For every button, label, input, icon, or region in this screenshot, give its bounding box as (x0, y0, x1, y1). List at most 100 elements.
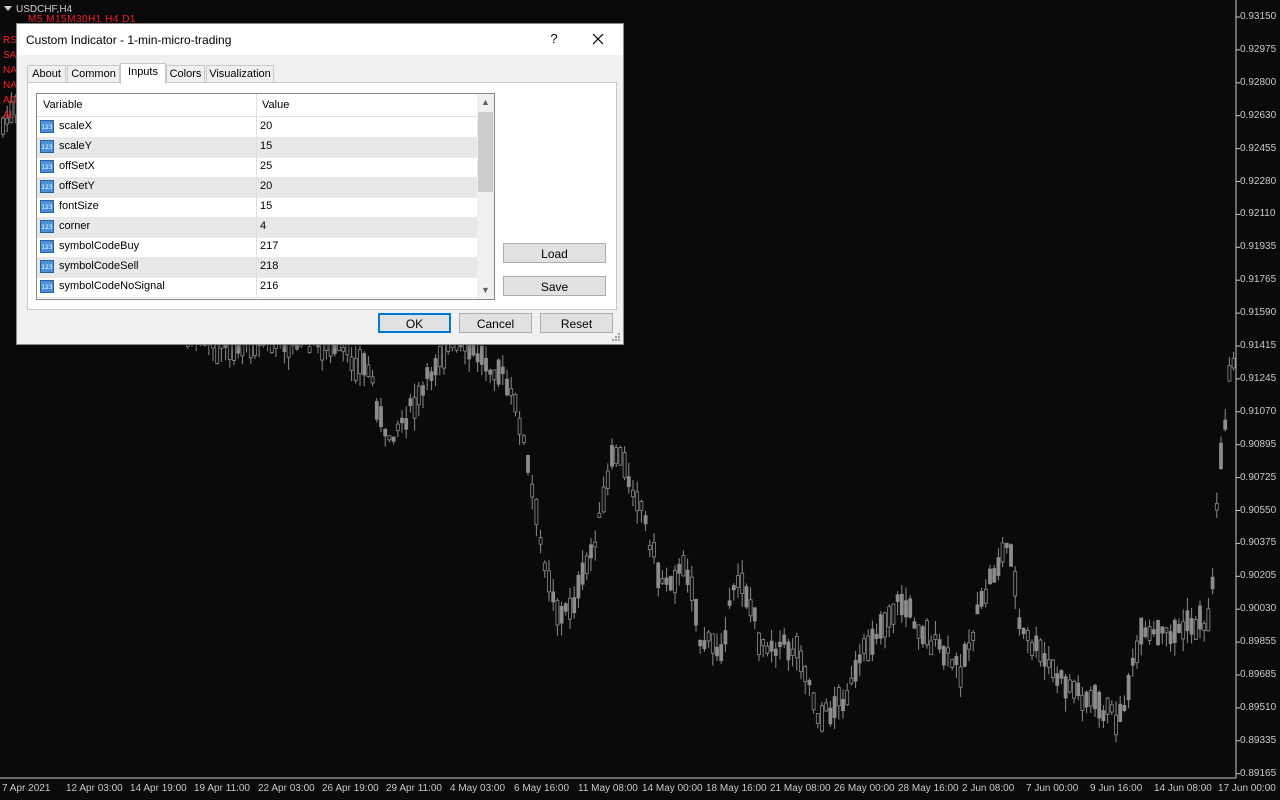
column-separator (256, 137, 257, 157)
candle-body (698, 639, 703, 647)
candle-body (803, 666, 808, 683)
candle-body (1067, 679, 1072, 693)
price-label: 0.90895 (1240, 438, 1277, 450)
value-cell[interactable]: 20 (260, 180, 272, 192)
value-cell[interactable]: 20 (260, 120, 272, 132)
candle-body (710, 633, 715, 654)
save-button[interactable]: Save (503, 276, 606, 296)
candle-body (736, 575, 740, 588)
scroll-down-icon[interactable]: ▼ (477, 282, 494, 299)
candle-body (778, 641, 782, 647)
candle-body (429, 371, 434, 381)
tab-about[interactable]: About (27, 65, 66, 83)
candle-body (1101, 710, 1106, 722)
column-separator (256, 257, 257, 277)
value-cell[interactable]: 25 (260, 160, 272, 172)
value-cell[interactable]: 4 (260, 220, 266, 232)
custom-indicator-dialog: Custom Indicator - 1-min-micro-trading ?… (16, 23, 624, 345)
tab-visualization[interactable]: Visualization (206, 65, 274, 83)
value-cell[interactable]: 217 (260, 240, 278, 252)
candle-body (1093, 684, 1097, 710)
candle-body (1151, 629, 1156, 635)
table-row[interactable]: 123 symbolCodeBuy 217 (37, 237, 477, 258)
price-label: 0.90375 (1240, 537, 1277, 549)
dropdown-triangle-icon (4, 6, 12, 11)
tab-inputs[interactable]: Inputs (120, 63, 166, 84)
table-row[interactable]: 123 scaleY 15 (37, 137, 477, 158)
scroll-thumb[interactable] (478, 112, 493, 192)
candle-body (1009, 544, 1013, 567)
table-row[interactable]: 123 symbolCodeNoSignal 216 (37, 277, 477, 298)
candle-body (1017, 617, 1022, 629)
ok-button[interactable]: OK (378, 313, 451, 333)
candle-body (962, 643, 967, 667)
candle-body (1202, 622, 1207, 631)
candle-body (1072, 680, 1076, 699)
candle-body (790, 648, 795, 656)
tab-colors[interactable]: Colors (166, 65, 205, 83)
candle-body (950, 659, 955, 668)
candle-body (1004, 542, 1009, 548)
candle-body (706, 631, 711, 642)
candle-body (887, 606, 892, 628)
scroll-up-icon[interactable]: ▲ (477, 94, 494, 111)
cancel-button[interactable]: Cancel (459, 313, 532, 333)
candle-body (971, 632, 976, 641)
help-button[interactable]: ? (544, 29, 564, 49)
candle-body (534, 498, 539, 526)
value-cell[interactable]: 218 (260, 260, 278, 272)
price-label: 0.92630 (1240, 109, 1277, 121)
candle-body (1193, 619, 1198, 640)
candle-body (362, 353, 367, 376)
close-icon[interactable] (588, 29, 608, 49)
price-label: 0.89855 (1240, 636, 1277, 648)
header-variable[interactable]: Variable (43, 99, 83, 111)
candle-body (253, 343, 257, 356)
candle-body (652, 542, 656, 558)
candle-body (1156, 620, 1160, 646)
candle-body (1118, 703, 1123, 722)
candle-body (702, 640, 707, 650)
candle-body (526, 454, 530, 473)
candle-body (857, 654, 862, 664)
table-row[interactable]: 123 offSetX 25 (37, 157, 477, 178)
table-row[interactable]: 123 offSetY 20 (37, 177, 477, 198)
table-row[interactable]: 123 fontSize 15 (37, 197, 477, 218)
candle-body (866, 635, 871, 661)
candle-body (1076, 682, 1081, 697)
table-row[interactable]: 123 symbolCodeSell 218 (37, 257, 477, 278)
grid-scrollbar[interactable]: ▲ ▼ (477, 94, 494, 299)
value-cell[interactable]: 15 (260, 200, 272, 212)
candle-body (547, 570, 551, 593)
dialog-titlebar[interactable]: Custom Indicator - 1-min-micro-trading ? (17, 24, 623, 55)
table-row[interactable]: 123 scaleX 20 (37, 117, 477, 138)
candle-body (1034, 635, 1039, 652)
header-value[interactable]: Value (262, 99, 289, 111)
value-cell[interactable]: 15 (260, 140, 272, 152)
numeric-param-icon: 123 (40, 200, 54, 213)
column-separator (256, 177, 257, 197)
inputs-grid[interactable]: Variable Value 123 scaleX 20 123 scaleY 15 123… (36, 93, 495, 300)
candle-body (1185, 610, 1190, 632)
candle-body (967, 642, 971, 650)
table-row[interactable]: 123 corner 4 (37, 217, 477, 238)
candle-body (341, 346, 346, 352)
candle-body (836, 687, 841, 707)
resize-grip-icon[interactable] (611, 332, 621, 342)
value-cell[interactable]: 216 (260, 280, 278, 292)
reset-button[interactable]: Reset (540, 313, 613, 333)
candle-body (731, 585, 736, 591)
candle-body (647, 545, 652, 551)
candle-body (849, 677, 854, 684)
candle-body (1122, 704, 1127, 712)
candle-body (542, 562, 547, 572)
load-button[interactable]: Load (503, 243, 606, 263)
date-label: 14 Jun 08:00 (1154, 783, 1212, 794)
price-label: 0.91070 (1240, 405, 1277, 417)
date-label: 26 Apr 19:00 (322, 783, 379, 794)
candle-body (500, 366, 505, 375)
tab-common[interactable]: Common (67, 65, 120, 83)
candle-body (1227, 364, 1232, 382)
price-label: 0.91245 (1240, 372, 1277, 384)
candle-body (589, 544, 593, 559)
